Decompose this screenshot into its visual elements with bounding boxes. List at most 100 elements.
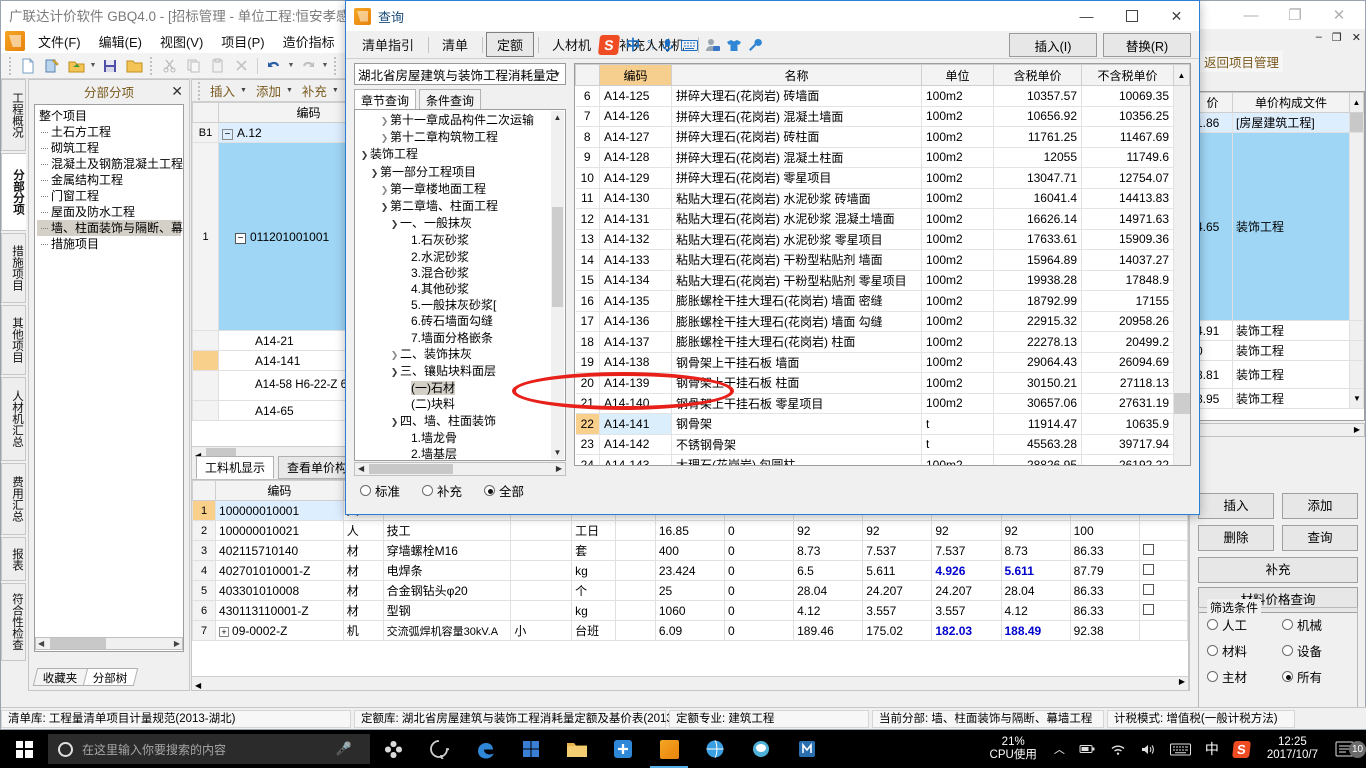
tree-item-wall-column-decoration[interactable]: 墙、柱面装饰与隔断、幕: [37, 220, 183, 236]
cell-p3[interactable]: 24.207: [931, 580, 1002, 601]
maximize-icon[interactable]: ❐: [1273, 1, 1317, 29]
cell-p4[interactable]: 5.611: [1000, 560, 1071, 581]
tree-horizontal-scrollbar[interactable]: ◀ ▶: [35, 637, 183, 650]
tab-favorites[interactable]: 收藏夹: [32, 668, 88, 686]
cell-pct[interactable]: 87.79: [1069, 560, 1140, 581]
cell-unit[interactable]: 100m2: [921, 454, 994, 465]
cell-unit[interactable]: 100m2: [921, 106, 994, 127]
cell-lock[interactable]: [1138, 560, 1189, 581]
table-row[interactable]: 17 A14-136 膨胀螺栓干挂大理石(花岗岩) 墙面 勾缝 100m2 22…: [575, 311, 1190, 332]
cell-unit[interactable]: kg: [571, 600, 617, 621]
cell-qty[interactable]: 0: [723, 540, 795, 561]
radio-icon[interactable]: [1282, 671, 1293, 682]
query-button[interactable]: 查询: [1282, 525, 1358, 551]
tab-resources[interactable]: 人材机: [542, 33, 601, 56]
dialog-close-icon[interactable]: ✕: [1154, 1, 1199, 31]
cell-name[interactable]: 穿墙螺栓M16: [382, 540, 512, 561]
vtab-other-items[interactable]: 其他项目: [1, 305, 26, 375]
cell-spec[interactable]: [510, 540, 573, 561]
cell-no-tax-price[interactable]: 10356.25: [1081, 106, 1174, 127]
tree-item-doors-windows[interactable]: 门窗工程: [37, 188, 181, 204]
chevron-right-icon[interactable]: ❯: [379, 182, 390, 198]
scrollbar-thumb[interactable]: [50, 638, 106, 649]
tree-node[interactable]: 7.墙面分格嵌条: [355, 330, 565, 346]
sogou-s-icon[interactable]: S: [1226, 740, 1257, 758]
cell-blank[interactable]: [615, 600, 656, 621]
tree-node[interactable]: ❯ 装饰工程: [355, 146, 565, 163]
taskbar-app-browser[interactable]: [692, 730, 738, 768]
radio-icon[interactable]: [484, 485, 496, 496]
cell-pct[interactable]: 86.33: [1069, 600, 1140, 621]
cell-qty[interactable]: 0: [723, 520, 795, 541]
tree-item-roof-waterproof[interactable]: 屋面及防水工程: [37, 204, 181, 220]
cell-p4[interactable]: 4.12: [1000, 600, 1071, 621]
cell-p2[interactable]: 3.557: [862, 600, 933, 621]
quota-results-grid[interactable]: 编码 名称 单位 含税单价 不含税单价 ▲ 6 A14-125 拼碎大理石(花岗…: [574, 63, 1191, 466]
supplement-menu-button[interactable]: 补充: [297, 80, 332, 101]
tree-item-masonry[interactable]: 砌筑工程: [37, 140, 181, 156]
filter-main-material[interactable]: 主材: [1207, 667, 1282, 686]
taskbar-app-extra[interactable]: [784, 730, 830, 768]
cell-code[interactable]: A14-137: [599, 331, 672, 353]
cell-code[interactable]: A14-135: [599, 290, 672, 312]
cell-content[interactable]: 23.424: [654, 560, 726, 581]
cell-unit[interactable]: 工日: [571, 520, 617, 541]
filter-labor[interactable]: 人工: [1207, 615, 1282, 634]
cell-unit[interactable]: 100m2: [921, 147, 994, 168]
cell-tax-price[interactable]: 16041.4: [993, 188, 1082, 209]
cell-code[interactable]: A14-125: [599, 85, 672, 107]
table-row[interactable]: 8.81 装饰工程: [1192, 360, 1364, 389]
cell-qty[interactable]: 0: [723, 560, 795, 581]
cell-name[interactable]: 技工: [382, 520, 512, 541]
microphone-icon[interactable]: 🎤: [336, 741, 352, 757]
new-file-icon[interactable]: [17, 55, 39, 77]
cell-name[interactable]: 拼碎大理石(花岗岩) 零星项目: [671, 167, 922, 189]
cell-file[interactable]: 装饰工程: [1232, 360, 1350, 389]
cell-name[interactable]: 型钢: [382, 600, 512, 621]
radio-standard[interactable]: 标准: [360, 481, 400, 500]
dialog-minimize-icon[interactable]: —: [1064, 1, 1109, 31]
scroll-up-icon[interactable]: ▲: [1173, 64, 1190, 86]
cell-p4[interactable]: 28.04: [1000, 580, 1071, 601]
tree-node[interactable]: 6.砖石墙面勾缝: [355, 313, 565, 329]
cell-unit[interactable]: 100m2: [921, 331, 994, 353]
cell-p2[interactable]: 175.02: [862, 620, 933, 641]
chevron-down-icon[interactable]: ❯: [359, 147, 370, 163]
taskbar-clock[interactable]: 12:25 2017/10/7: [1257, 736, 1328, 762]
tree-node[interactable]: ❯ 第一部分工程项目: [355, 164, 565, 181]
cell-file[interactable]: [房屋建筑工程]: [1232, 112, 1350, 133]
cell-p1[interactable]: 28.04: [793, 580, 864, 601]
tree-vertical-scrollbar[interactable]: ▲ ▼: [551, 111, 564, 459]
cell-unit[interactable]: 100m2: [921, 270, 994, 291]
table-row[interactable]: 8.95 装饰工程 ▼: [1192, 388, 1364, 409]
scrollbar-track[interactable]: [1349, 340, 1364, 361]
cell-qty[interactable]: 0: [723, 620, 795, 641]
cell-blank[interactable]: [615, 580, 656, 601]
vtab-resource-summary[interactable]: 人材机汇总: [1, 377, 26, 461]
cpu-usage-indicator[interactable]: 21% CPU使用: [980, 736, 1047, 762]
cell-pct[interactable]: 86.33: [1069, 580, 1140, 601]
scroll-down-icon[interactable]: ▼: [551, 446, 564, 459]
scrollbar-track[interactable]: [1173, 106, 1190, 127]
menu-project[interactable]: 项目(P): [212, 30, 273, 53]
notification-center-icon[interactable]: 10: [1328, 741, 1366, 758]
tree-item-earthwork[interactable]: 土石方工程: [37, 124, 181, 140]
scrollbar-track[interactable]: [1173, 147, 1190, 168]
inner-restore-icon[interactable]: ❐: [1332, 31, 1342, 44]
open-folder-icon[interactable]: [65, 55, 87, 77]
cell-blank[interactable]: [615, 560, 656, 581]
cell-unit[interactable]: 套: [571, 540, 617, 561]
tree-node[interactable]: ❯ 二、装饰抹灰: [355, 346, 565, 363]
cell-code[interactable]: A14-131: [599, 208, 672, 230]
radio-all[interactable]: 全部: [484, 481, 524, 500]
scroll-right-icon[interactable]: ▶: [556, 464, 562, 473]
taskbar-app-edge[interactable]: [462, 730, 508, 768]
scrollbar-track[interactable]: [1349, 360, 1364, 389]
scroll-up-icon[interactable]: ▲: [1349, 92, 1364, 113]
cell-unit[interactable]: 100m2: [921, 311, 994, 332]
keyboard-icon[interactable]: [681, 39, 699, 52]
table-row[interactable]: 1.86 [房屋建筑工程]: [1192, 112, 1364, 133]
ime-cn-icon[interactable]: 中: [1198, 739, 1226, 759]
expander-icon[interactable]: +: [219, 626, 230, 637]
skin-icon[interactable]: [727, 38, 742, 52]
